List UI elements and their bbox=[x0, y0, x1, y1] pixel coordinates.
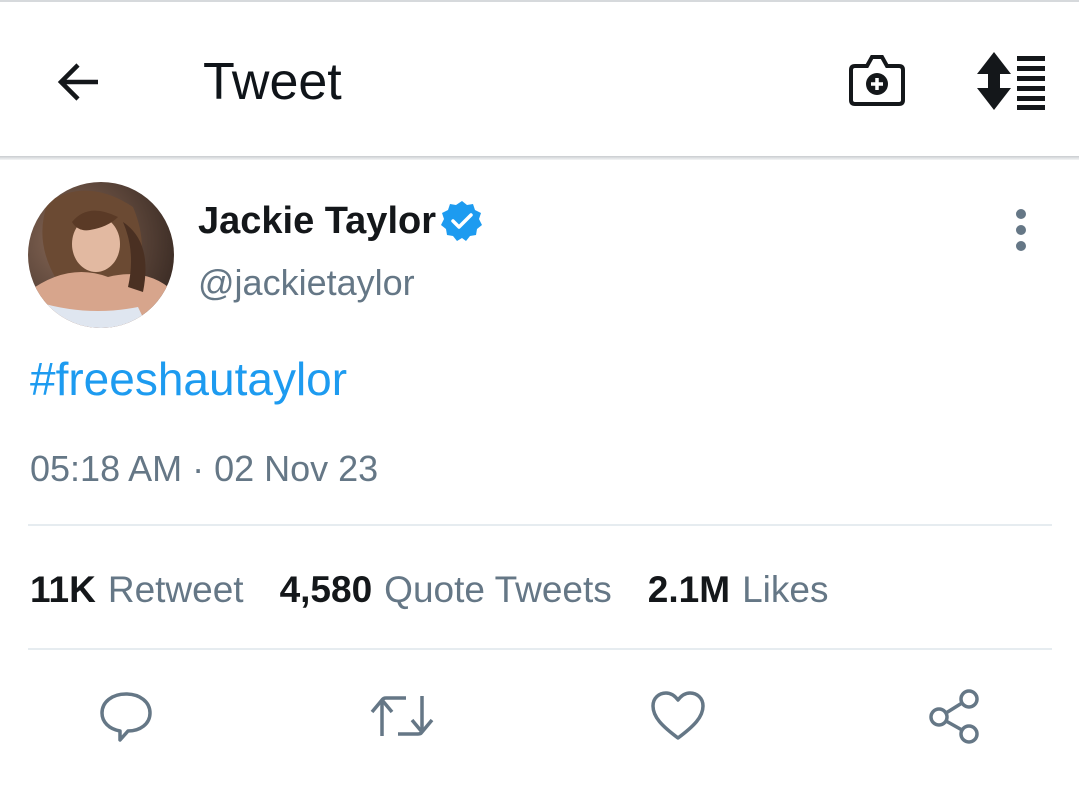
back-arrow-icon bbox=[57, 63, 98, 101]
share-button[interactable] bbox=[924, 686, 984, 746]
likes-count: 2.1M bbox=[647, 569, 731, 610]
quote-tweets-label: Quote Tweets bbox=[384, 569, 612, 610]
app-bar-shadow bbox=[0, 156, 1079, 160]
retweet-count: 11K bbox=[30, 569, 96, 610]
likes-stat[interactable]: 2.1M Likes bbox=[648, 569, 829, 611]
more-options-button[interactable] bbox=[1001, 206, 1041, 254]
quote-tweets-stat[interactable]: 4,580 Quote Tweets bbox=[280, 569, 612, 611]
user-handle[interactable]: @jackietaylor bbox=[198, 262, 415, 304]
retweet-stat[interactable]: 11K Retweet bbox=[30, 569, 244, 611]
sort-button[interactable] bbox=[975, 52, 1051, 110]
add-photo-camera-icon bbox=[849, 55, 905, 106]
retweet-label: Retweet bbox=[107, 569, 244, 610]
retweet-icon bbox=[370, 696, 434, 736]
display-name[interactable]: Jackie Taylor bbox=[198, 200, 436, 243]
reply-button[interactable] bbox=[96, 686, 156, 746]
tweet-stats: 11K Retweet 4,580 Quote Tweets 2.1M Like… bbox=[30, 566, 864, 614]
divider bbox=[28, 524, 1052, 526]
reply-icon bbox=[100, 692, 152, 742]
like-icon bbox=[651, 691, 705, 740]
share-icon bbox=[929, 689, 979, 744]
app-bar: Tweet bbox=[0, 2, 1079, 158]
retweet-button[interactable] bbox=[370, 686, 434, 746]
like-button[interactable] bbox=[648, 686, 708, 746]
tweet-timestamp: 05:18 AM · 02 Nov 23 bbox=[30, 448, 379, 489]
tweet-text-hashtag[interactable]: #freeshautaylor bbox=[30, 352, 347, 406]
verified-badge-icon bbox=[441, 201, 483, 241]
back-button[interactable] bbox=[48, 52, 108, 112]
add-photo-button[interactable] bbox=[845, 48, 909, 112]
more-vertical-icon bbox=[1016, 209, 1026, 251]
quote-tweets-count: 4,580 bbox=[279, 569, 373, 610]
sort-list-icon bbox=[977, 52, 1045, 110]
author-name-row[interactable]: Jackie Taylor bbox=[198, 196, 484, 246]
avatar[interactable] bbox=[28, 182, 174, 328]
likes-label: Likes bbox=[742, 569, 829, 610]
divider bbox=[28, 648, 1052, 650]
page-title: Tweet bbox=[203, 53, 342, 111]
